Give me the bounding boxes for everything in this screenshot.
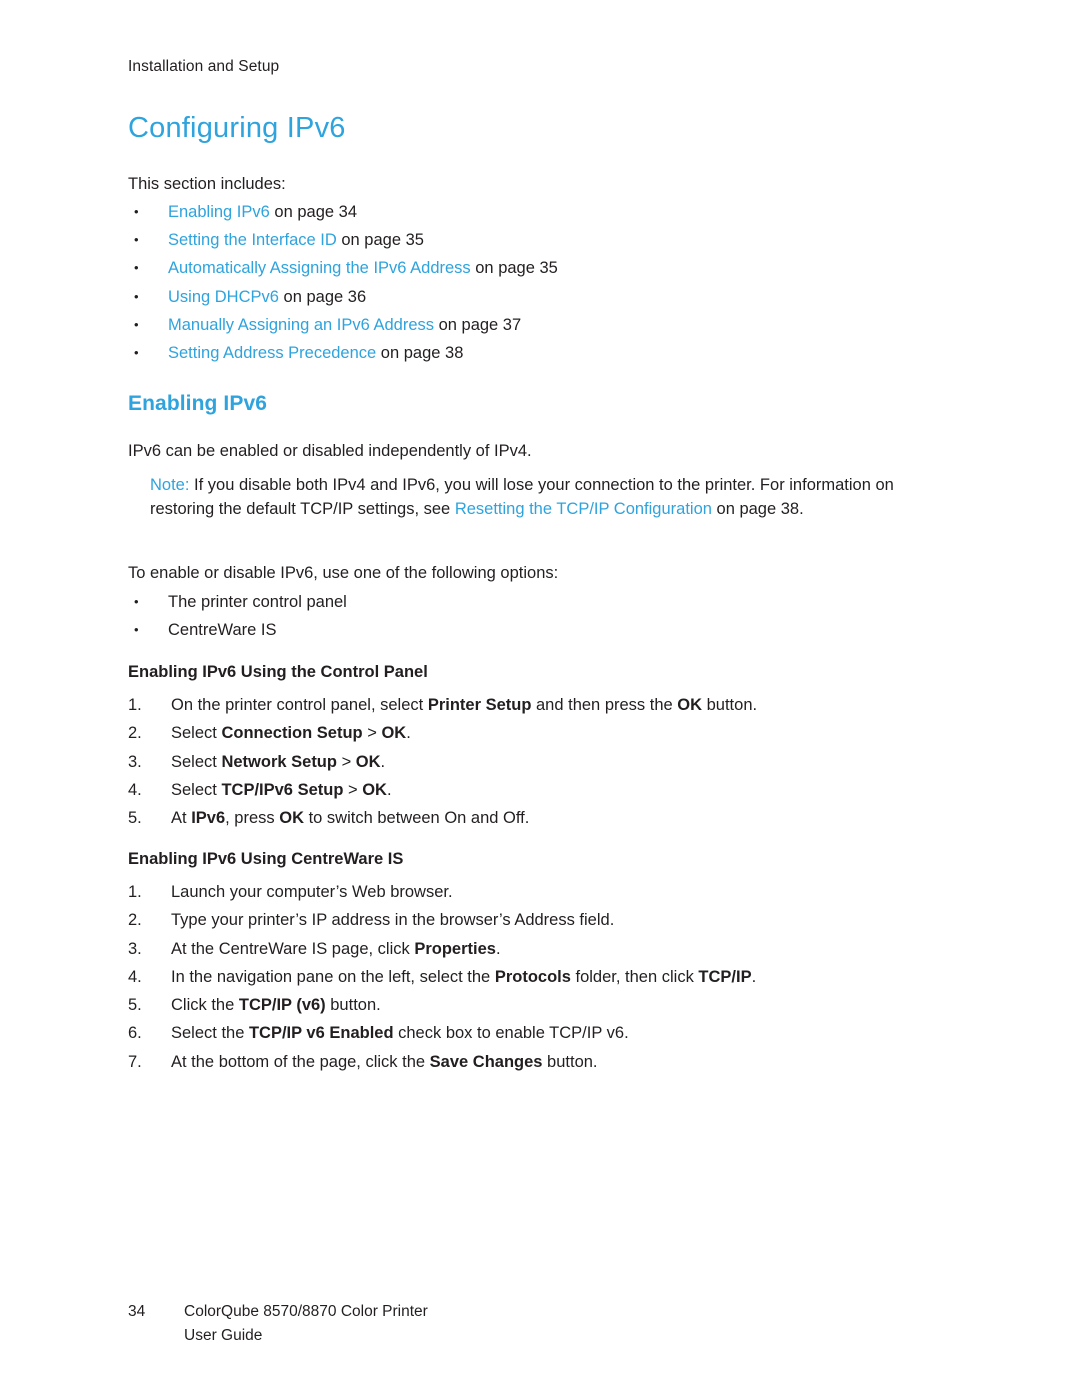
running-head: Installation and Setup: [128, 58, 280, 75]
steps-control-panel: 1. On the printer control panel, select P…: [128, 691, 958, 832]
toc-item-link[interactable]: Automatically Assigning the IPv6 Address: [168, 259, 471, 277]
footer-line-1: ColorQube 8570/8870 Color Printer: [184, 1303, 428, 1320]
section-contents-list: • Enabling IPv6 on page 34 • Setting the In…: [128, 198, 948, 367]
subheading-centreware: Enabling IPv6 Using CentreWare IS: [128, 850, 404, 868]
step-number: 3.: [128, 752, 142, 771]
bullet-icon: •: [134, 260, 139, 276]
step-text: Click the TCP/IP (v6) button.: [171, 996, 381, 1015]
toc-item-link[interactable]: Using DHCPv6: [168, 288, 279, 306]
step-item: 1. On the printer control panel, select P…: [128, 691, 958, 719]
step-item: 4. In the navigation pane on the left, se…: [128, 963, 958, 991]
bullet-icon: •: [134, 288, 139, 304]
toc-item-page: on page 35: [336, 231, 424, 250]
footer-page-number: 34: [128, 1303, 146, 1320]
step-item: 2. Type your printer’s IP address in the …: [128, 906, 958, 934]
step-number: 4.: [128, 967, 142, 986]
toc-item[interactable]: • Manually Assigning an IPv6 Address on p…: [128, 311, 948, 339]
toc-item-page: on page 36: [278, 287, 367, 306]
step-item: 5. At IPv6, press OK to switch between On…: [128, 804, 958, 832]
toc-item-page: on page 35: [470, 259, 558, 278]
step-number: 1.: [128, 883, 142, 901]
option-label: CentreWare IS: [168, 621, 277, 640]
section-paragraph-1: IPv6 can be enabled or disabled independ…: [128, 442, 532, 460]
section-heading-enabling-ipv6: Enabling IPv6: [128, 392, 267, 415]
step-text: Select TCP/IPv6 Setup > OK.: [171, 780, 392, 799]
bullet-icon: •: [134, 622, 139, 638]
step-item: 6. Select the TCP/IP v6 Enabled check box…: [128, 1019, 958, 1047]
intro-text: This section includes:: [128, 175, 286, 193]
note-link[interactable]: Resetting the TCP/IP Configuration: [455, 500, 712, 518]
step-item: 4. Select TCP/IPv6 Setup > OK.: [128, 776, 958, 804]
steps-centreware: 1. Launch your computer’s Web browser. 2. T…: [128, 878, 958, 1076]
step-number: 5.: [128, 809, 142, 828]
footer-line-2: User Guide: [184, 1327, 263, 1344]
step-text: Launch your computer’s Web browser.: [171, 883, 453, 901]
options-list: • The printer control panel • CentreWare IS: [128, 588, 347, 644]
toc-item-page: on page 34: [269, 203, 357, 221]
bullet-icon: •: [134, 204, 139, 219]
step-text: Type your printer’s IP address in the br…: [171, 911, 615, 930]
toc-item-link[interactable]: Enabling IPv6: [168, 203, 270, 221]
toc-item[interactable]: • Setting the Interface ID on page 35: [128, 226, 948, 254]
note-text-part2: on page 38.: [711, 499, 804, 518]
step-item: 3. Select Network Setup > OK.: [128, 748, 958, 776]
bullet-icon: •: [134, 594, 139, 609]
step-item: 5. Click the TCP/IP (v6) button.: [128, 991, 958, 1019]
note-label: Note:: [150, 476, 190, 494]
toc-item[interactable]: • Automatically Assigning the IPv6 Addres…: [128, 254, 948, 282]
step-text: In the navigation pane on the left, sele…: [171, 967, 757, 986]
step-number: 6.: [128, 1024, 142, 1043]
option-item: • The printer control panel: [128, 588, 347, 616]
step-item: 3. At the CentreWare IS page, click Prope…: [128, 935, 958, 963]
option-label: The printer control panel: [168, 593, 347, 611]
bullet-icon: •: [134, 316, 139, 332]
bullet-icon: •: [134, 232, 139, 248]
step-text: Select Connection Setup > OK.: [171, 724, 411, 743]
footer-text: ColorQube 8570/8870 Color Printer User G…: [184, 1300, 428, 1348]
step-number: 2.: [128, 911, 142, 930]
step-text: On the printer control panel, select Pri…: [171, 696, 758, 714]
step-text: At the bottom of the page, click the Sav…: [171, 1052, 598, 1071]
bullet-icon: •: [134, 345, 139, 361]
toc-item[interactable]: • Using DHCPv6 on page 36: [128, 283, 948, 311]
toc-item-link[interactable]: Manually Assigning an IPv6 Address: [168, 316, 434, 334]
step-text: Select Network Setup > OK.: [171, 752, 386, 771]
step-number: 7.: [128, 1052, 142, 1071]
toc-item-page: on page 38: [376, 344, 464, 363]
document-page: Installation and Setup Configuring IPv6 …: [0, 0, 1080, 1397]
note-block: Note: If you disable both IPv4 and IPv6,…: [150, 474, 950, 521]
subheading-control-panel: Enabling IPv6 Using the Control Panel: [128, 663, 428, 681]
toc-item-page: on page 37: [434, 315, 522, 334]
toc-item[interactable]: • Enabling IPv6 on page 34: [128, 198, 948, 226]
toc-item[interactable]: • Setting Address Precedence on page 38: [128, 339, 948, 367]
toc-item-link[interactable]: Setting Address Precedence: [168, 344, 376, 362]
toc-item-link[interactable]: Setting the Interface ID: [168, 231, 337, 249]
step-number: 5.: [128, 996, 142, 1015]
step-text: At the CentreWare IS page, click Propert…: [171, 939, 501, 958]
step-item: 7. At the bottom of the page, click the S…: [128, 1048, 958, 1076]
step-text: At IPv6, press OK to switch between On a…: [171, 809, 530, 828]
step-number: 4.: [128, 780, 142, 799]
step-number: 1.: [128, 696, 142, 714]
section-paragraph-2: To enable or disable IPv6, use one of th…: [128, 564, 559, 582]
step-number: 3.: [128, 939, 142, 958]
step-item: 2. Select Connection Setup > OK.: [128, 719, 958, 747]
option-item: • CentreWare IS: [128, 616, 347, 644]
step-item: 1. Launch your computer’s Web browser.: [128, 878, 958, 906]
step-text: Select the TCP/IP v6 Enabled check box t…: [171, 1024, 629, 1043]
page-title: Configuring IPv6: [128, 112, 346, 144]
step-number: 2.: [128, 724, 142, 743]
